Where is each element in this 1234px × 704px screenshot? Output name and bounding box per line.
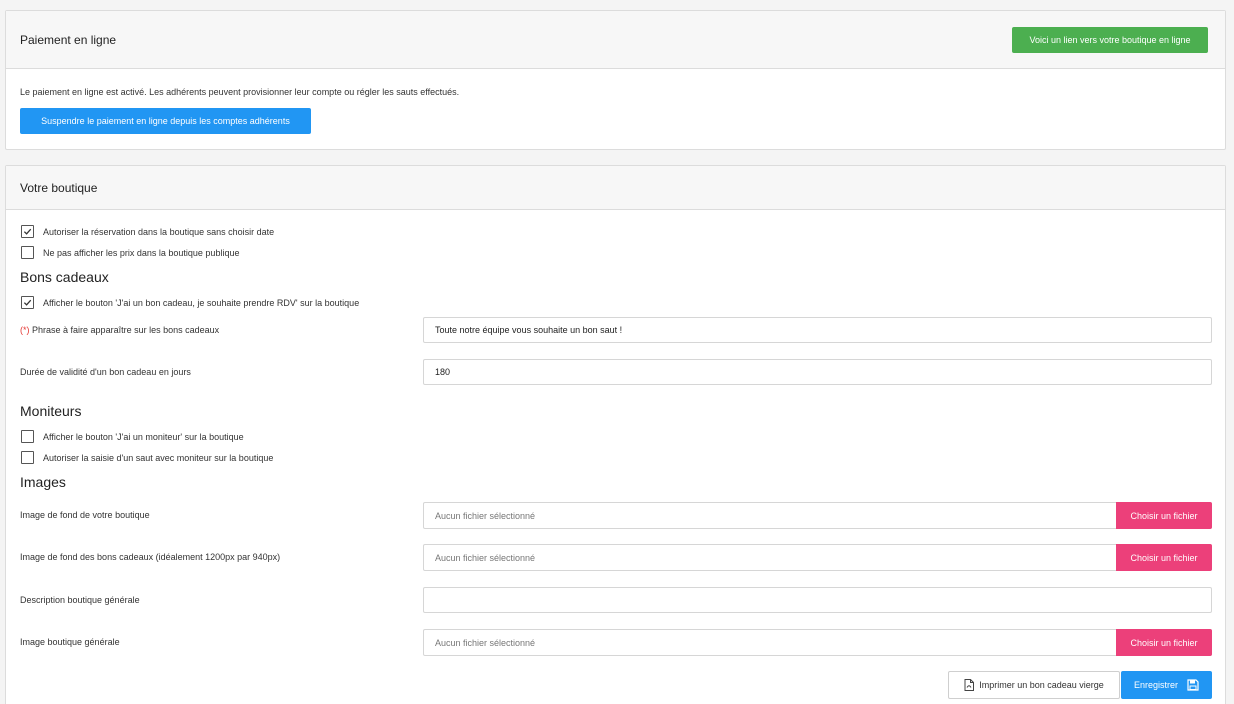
hide-prices-label: Ne pas afficher les prix dans la boutiqu…	[43, 248, 240, 258]
description-label: Description boutique générale	[20, 595, 140, 605]
save-label: Enregistrer	[1133, 680, 1178, 690]
gift-validity-label: Durée de validité d'un bon cadeau en jou…	[20, 367, 191, 377]
shop-background-label: Image de fond de votre boutique	[20, 510, 150, 520]
check-icon	[23, 228, 32, 235]
online-payment-header: Paiement en ligne Voici un lien vers vot…	[6, 11, 1225, 69]
gift-phrase-input[interactable]: Toute notre équipe vous souhaite un bon …	[423, 317, 1212, 343]
general-image-file-input[interactable]: Aucun fichier sélectionné Choisir un fic…	[423, 629, 1212, 656]
gift-phrase-label: (*) Phrase à faire apparaître sur les bo…	[20, 325, 219, 335]
gift-phrase-label-text: Phrase à faire apparaître sur les bons c…	[32, 325, 220, 335]
show-instructor-button-checkbox[interactable]	[21, 430, 34, 443]
images-heading: Images	[20, 474, 66, 490]
choose-file-button[interactable]: Choisir un fichier	[1116, 629, 1212, 656]
shop-background-file-input[interactable]: Aucun fichier sélectionné Choisir un fic…	[423, 502, 1212, 529]
gift-heading: Bons cadeaux	[20, 269, 109, 285]
online-payment-title: Paiement en ligne	[20, 33, 117, 47]
payment-status-text: Le paiement en ligne est activé. Les adh…	[20, 87, 460, 97]
shop-title: Votre boutique	[20, 181, 98, 195]
hide-prices-checkbox[interactable]	[21, 246, 34, 259]
save-button[interactable]: Enregistrer	[1121, 671, 1212, 699]
allow-instructor-jump-label: Autoriser la saisie d'un saut avec monit…	[43, 453, 274, 463]
allow-no-date-checkbox[interactable]	[21, 225, 34, 238]
no-file-text: Aucun fichier sélectionné	[435, 553, 536, 563]
show-instructor-button-label: Afficher le bouton 'J'ai un moniteur' su…	[43, 432, 244, 442]
choose-file-button[interactable]: Choisir un fichier	[1116, 544, 1212, 571]
shop-link-button[interactable]: Voici un lien vers votre boutique en lig…	[1012, 27, 1208, 53]
gift-background-label: Image de fond des bons cadeaux (idéaleme…	[20, 552, 281, 562]
pdf-file-icon	[964, 679, 975, 691]
allow-instructor-jump-checkbox[interactable]	[21, 451, 34, 464]
print-blank-gift-button[interactable]: Imprimer un bon cadeau vierge	[948, 671, 1120, 699]
check-icon	[23, 299, 32, 306]
no-file-text: Aucun fichier sélectionné	[435, 511, 536, 521]
floppy-disk-icon	[1187, 679, 1199, 691]
general-image-label: Image boutique générale	[20, 637, 120, 647]
online-payment-card: Paiement en ligne Voici un lien vers vot…	[5, 10, 1226, 150]
gift-background-file-input[interactable]: Aucun fichier sélectionné Choisir un fic…	[423, 544, 1212, 571]
allow-no-date-label: Autoriser la réservation dans la boutiqu…	[43, 227, 275, 237]
shop-header: Votre boutique	[6, 166, 1225, 210]
shop-card: Votre boutique Autoriser la réservation …	[5, 165, 1226, 704]
no-file-text: Aucun fichier sélectionné	[435, 638, 536, 648]
show-gift-button-label: Afficher le bouton 'J'ai un bon cadeau, …	[43, 298, 360, 308]
required-marker: (*)	[20, 325, 30, 335]
instructors-heading: Moniteurs	[20, 403, 82, 419]
print-blank-gift-label: Imprimer un bon cadeau vierge	[979, 680, 1104, 690]
suspend-payment-button[interactable]: Suspendre le paiement en ligne depuis le…	[20, 108, 311, 134]
choose-file-button[interactable]: Choisir un fichier	[1116, 502, 1212, 529]
description-input[interactable]	[423, 587, 1212, 613]
gift-validity-input[interactable]: 180	[423, 359, 1212, 385]
show-gift-button-checkbox[interactable]	[21, 296, 34, 309]
